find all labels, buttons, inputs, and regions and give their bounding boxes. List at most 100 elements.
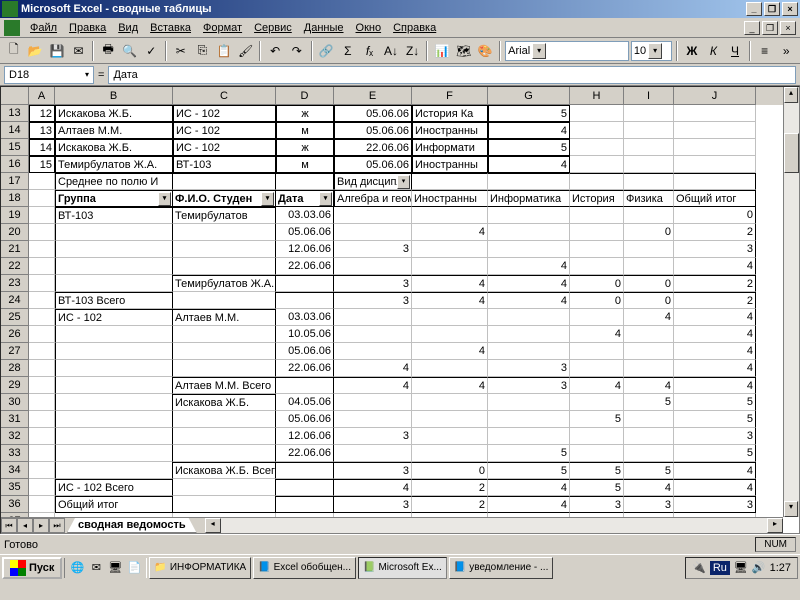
cell[interactable] [173,258,276,275]
cell[interactable]: ИС - 102 [55,309,173,326]
cell[interactable]: 0 [570,275,624,292]
col-header[interactable]: A [29,87,55,105]
cell[interactable]: Алтаев М.М. Всего [173,377,276,394]
cell[interactable] [29,496,55,513]
spell-button[interactable]: ✓ [141,40,161,62]
cell[interactable]: 3 [488,377,570,394]
row-header[interactable]: 13 [1,105,29,122]
cell[interactable] [570,241,624,258]
cell[interactable] [55,275,173,292]
cell[interactable]: м [276,156,334,173]
cell[interactable] [624,411,674,428]
cell[interactable]: 12 [29,105,55,122]
cell[interactable]: ж [276,105,334,122]
ql-app-icon[interactable]: 📄 [125,558,143,578]
cell[interactable] [29,445,55,462]
size-combo[interactable]: 10 ▾ [631,41,672,61]
cell[interactable]: Вид дисципл▾ [334,173,412,190]
cell[interactable] [488,224,570,241]
cell[interactable]: 5 [570,411,624,428]
cell[interactable] [624,445,674,462]
col-header[interactable]: J [674,87,756,105]
cell[interactable]: 05.06.06 [276,411,334,428]
start-button[interactable]: Пуск [2,557,62,579]
cell[interactable] [55,377,173,394]
cell[interactable] [624,258,674,275]
cell[interactable]: 3 [674,496,756,513]
row-header[interactable]: 16 [1,156,29,173]
cell[interactable]: 05.06.06 [334,105,412,122]
drawing-button[interactable]: 🎨 [476,40,496,62]
cell[interactable]: 4 [412,343,488,360]
cell[interactable] [624,105,674,122]
more-button[interactable]: » [776,40,796,62]
cell[interactable] [412,173,488,190]
cell[interactable] [488,207,570,224]
cell[interactable]: 0 [624,224,674,241]
cell[interactable] [334,394,412,411]
cell[interactable]: Темирбулатов [173,207,276,224]
cell[interactable]: Среднее по полю И [55,173,173,190]
cell[interactable]: 4 [570,326,624,343]
cell[interactable] [29,462,55,479]
scroll-left-button[interactable]: ◂ [205,518,221,533]
ql-desktop-icon[interactable]: 🖥 [106,558,124,578]
cell[interactable] [570,156,624,173]
cell[interactable]: ж [276,139,334,156]
mail-button[interactable]: ✉ [69,40,89,62]
cell[interactable]: 3 [334,241,412,258]
cell[interactable] [55,428,173,445]
cell[interactable]: 3 [334,496,412,513]
cell[interactable]: Темирбулатов Ж.А. Всего [173,275,276,292]
cell[interactable]: ИС - 102 [173,105,276,122]
cell[interactable]: Физика [624,190,674,207]
cell[interactable] [624,428,674,445]
cell[interactable] [173,326,276,343]
cell[interactable] [674,173,756,190]
cell[interactable]: 4 [674,309,756,326]
align-left-button[interactable]: ≡ [755,40,775,62]
cell[interactable] [29,479,55,496]
cell[interactable]: Группа▾ [55,190,173,207]
cell[interactable]: 3 [334,462,412,479]
cell[interactable]: 4 [674,377,756,394]
cell[interactable] [570,139,624,156]
cell[interactable]: 03.03.06 [276,309,334,326]
cell[interactable]: 4 [412,377,488,394]
cell[interactable] [29,394,55,411]
cell[interactable]: 4 [674,258,756,275]
ql-mail-icon[interactable]: ✉ [87,558,105,578]
cell[interactable]: 4 [334,479,412,496]
cell[interactable] [55,445,173,462]
link-button[interactable]: 🔗 [317,40,337,62]
cell[interactable] [29,207,55,224]
open-button[interactable]: 📂 [26,40,46,62]
cell[interactable] [29,343,55,360]
cell[interactable] [674,139,756,156]
tab-next-button[interactable]: ▸ [33,518,49,533]
cell[interactable] [412,258,488,275]
cell[interactable]: 0 [624,275,674,292]
cell[interactable] [29,428,55,445]
cell[interactable] [29,173,55,190]
cell[interactable]: ВТ-103 [55,207,173,224]
cell[interactable] [29,241,55,258]
cell[interactable]: 0 [674,207,756,224]
cell[interactable]: 03.03.06 [276,207,334,224]
menu-window[interactable]: Окно [350,20,388,36]
cell[interactable] [488,343,570,360]
cell[interactable] [55,360,173,377]
cell[interactable] [334,445,412,462]
cell[interactable] [55,343,173,360]
format-painter-button[interactable]: 🖌 [236,40,256,62]
cell[interactable]: 12.06.06 [276,241,334,258]
col-header[interactable]: H [570,87,624,105]
task-button[interactable]: 📘уведомление - ... [449,557,554,579]
filter-dropdown-button[interactable]: ▾ [319,192,332,206]
horizontal-scrollbar[interactable]: ◂ ▸ [205,518,783,533]
cell[interactable]: Искакова Ж.Б. [173,394,276,411]
tab-first-button[interactable]: ⏮ [1,518,17,533]
cell[interactable] [334,224,412,241]
cell[interactable]: ИС - 102 [173,139,276,156]
cell[interactable] [334,343,412,360]
